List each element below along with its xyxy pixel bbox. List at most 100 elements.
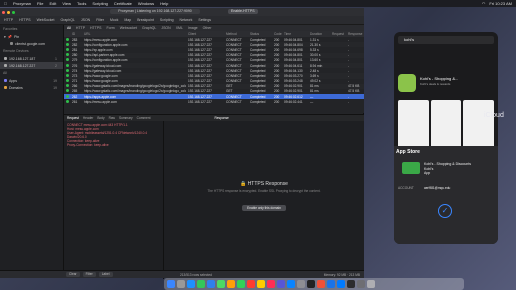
table-row[interactable]: 276 https://gateway.icloud.com 192.168.127… bbox=[64, 62, 364, 69]
enable-https-button[interactable]: Enable-HTTPS bbox=[228, 9, 258, 14]
tab-https[interactable]: HTTPS bbox=[90, 26, 101, 30]
minimize-button[interactable] bbox=[7, 10, 10, 14]
menu-view[interactable]: View bbox=[62, 1, 71, 6]
tab-other[interactable]: Other bbox=[203, 26, 212, 30]
settings-icon[interactable] bbox=[297, 280, 305, 288]
column-header[interactable]: ID bbox=[70, 32, 82, 36]
facetime-icon[interactable] bbox=[237, 280, 245, 288]
tab-image[interactable]: Image bbox=[188, 26, 198, 30]
tab-header[interactable]: Header bbox=[83, 116, 93, 120]
photos-icon[interactable] bbox=[227, 280, 235, 288]
wifi-icon[interactable]: ◠ bbox=[482, 1, 486, 6]
mail-icon[interactable] bbox=[207, 280, 215, 288]
toolbar-settings[interactable]: Settings bbox=[198, 18, 211, 22]
tab-summary[interactable]: Summary bbox=[119, 116, 133, 120]
messages-icon[interactable] bbox=[197, 280, 205, 288]
chrome-icon[interactable] bbox=[327, 280, 335, 288]
proxyman-icon[interactable] bbox=[317, 280, 325, 288]
sidebar-item-pinned-domain[interactable]: clientst.google.com bbox=[0, 40, 63, 47]
column-header[interactable]: URL bbox=[82, 32, 186, 36]
tab-request[interactable]: Request bbox=[67, 116, 79, 120]
zoom-button[interactable] bbox=[12, 10, 15, 14]
menu-help[interactable]: Help bbox=[160, 1, 168, 6]
enable-domain-button[interactable]: Enable only this domain bbox=[242, 205, 286, 211]
menu-certificate[interactable]: Certificate bbox=[114, 1, 132, 6]
toolbar-websocket[interactable]: WebSocket bbox=[37, 18, 55, 22]
sidebar-item-domains[interactable]: Domains 19 bbox=[0, 84, 63, 91]
safari-icon[interactable] bbox=[187, 280, 195, 288]
column-header[interactable]: Client bbox=[186, 32, 224, 36]
podcasts-icon[interactable] bbox=[277, 280, 285, 288]
calendar-icon[interactable] bbox=[247, 280, 255, 288]
column-header[interactable]: Time bbox=[282, 32, 308, 36]
table-row[interactable]: 266 https://www.gstatic.com/images/brandi… bbox=[64, 83, 364, 89]
trash-icon[interactable] bbox=[367, 280, 375, 288]
toolbar-map[interactable]: Map bbox=[124, 18, 131, 22]
tab-http[interactable]: HTTP bbox=[76, 26, 85, 30]
column-header[interactable]: Method bbox=[224, 32, 248, 36]
close-button[interactable] bbox=[2, 10, 5, 14]
tab-xml[interactable]: XML bbox=[176, 26, 183, 30]
tab-body[interactable]: Body bbox=[97, 116, 104, 120]
table-row[interactable]: 282 https://configuration.apple.com 192.16… bbox=[64, 42, 364, 48]
table-row[interactable]: 283 https://mesu.apple.com 192.168.127.227… bbox=[64, 37, 364, 42]
launchpad-icon[interactable] bbox=[177, 280, 185, 288]
tab-websocket[interactable]: Websocket bbox=[120, 26, 137, 30]
sidebar-item-pin[interactable]: ▾ 📌 Pin bbox=[0, 33, 63, 40]
tab-form[interactable]: Form bbox=[107, 26, 115, 30]
tab-json[interactable]: JSON bbox=[161, 26, 170, 30]
toolbar-scripting[interactable]: Scripting bbox=[160, 18, 174, 22]
table-row[interactable]: 273 https://www.google.com 192.168.127.227… bbox=[64, 73, 364, 79]
toolbar-filter[interactable]: Filter bbox=[96, 18, 104, 22]
table-row[interactable]: 261 https://mesu.apple.com 192.168.127.227… bbox=[64, 99, 364, 104]
toolbar-http[interactable]: HTTP bbox=[4, 18, 13, 22]
table-row[interactable]: 262 https://apps.apple.com 192.168.127.227… bbox=[64, 94, 364, 100]
simulator-icon[interactable] bbox=[347, 280, 355, 288]
clock[interactable]: Fri 10:23 AM bbox=[489, 1, 512, 6]
music-icon[interactable] bbox=[267, 280, 275, 288]
tab-all[interactable]: All bbox=[67, 26, 71, 30]
tab-graphql[interactable]: GraphQL bbox=[142, 26, 156, 30]
table-row[interactable]: 279 https://configuration.apple.com 192.16… bbox=[64, 58, 364, 63]
menu-windows[interactable]: Windows bbox=[138, 1, 154, 6]
tab-comment[interactable]: Comment bbox=[137, 116, 151, 120]
toolbar-graphql[interactable]: GraphQL bbox=[60, 18, 74, 22]
label-button[interactable]: Label bbox=[98, 272, 113, 277]
column-header[interactable]: Status bbox=[248, 32, 272, 36]
toolbar-network[interactable]: Network bbox=[180, 18, 193, 22]
search-input[interactable]: kohl's bbox=[398, 36, 494, 44]
tab-raw[interactable]: Raw bbox=[109, 116, 115, 120]
sidebar-item-device[interactable]: 192.168.127.187 1 bbox=[0, 55, 63, 62]
clear-button[interactable]: Clear bbox=[66, 272, 80, 277]
table-row[interactable]: 281 https://xp.apple.com 192.168.127.227 CO… bbox=[64, 47, 364, 52]
app-store-icon[interactable] bbox=[287, 280, 295, 288]
table-row[interactable]: 271 https://www.google.com 192.168.127.227… bbox=[64, 79, 364, 84]
maps-icon[interactable] bbox=[217, 280, 225, 288]
xcode-icon[interactable] bbox=[337, 280, 345, 288]
toolbar-https[interactable]: HTTPS bbox=[19, 18, 30, 22]
sidebar-item-apps[interactable]: Apps 19 bbox=[0, 77, 63, 84]
menu-scripting[interactable]: Scripting bbox=[92, 1, 108, 6]
column-header[interactable]: Code bbox=[272, 32, 282, 36]
finder-icon[interactable] bbox=[167, 280, 175, 288]
sidebar-item-device[interactable]: 192.168.127.227 2 bbox=[0, 62, 63, 69]
notes-icon[interactable] bbox=[257, 280, 265, 288]
column-header[interactable]: Response bbox=[346, 32, 364, 36]
terminal-icon[interactable] bbox=[307, 280, 315, 288]
toolbar-breakpoint[interactable]: Breakpoint bbox=[137, 18, 154, 22]
filter-button[interactable]: Filter bbox=[82, 272, 96, 277]
toolbar-mock[interactable]: Mock bbox=[110, 18, 118, 22]
apple-icon[interactable]:  bbox=[4, 1, 7, 6]
downloads-icon[interactable] bbox=[357, 280, 365, 288]
table-row[interactable]: 280 https://api-partner.apple.com 192.168.… bbox=[64, 52, 364, 58]
menu-file[interactable]: File bbox=[37, 1, 43, 6]
menu-edit[interactable]: Edit bbox=[49, 1, 56, 6]
table-row[interactable]: 265 https://www.gstatic.com/images/brandi… bbox=[64, 89, 364, 94]
table-row[interactable]: 274 https://gateway.icloud.com 192.168.127… bbox=[64, 68, 364, 73]
app-result-card[interactable]: Kohl's - Shopping &... Kohl's deals & re… bbox=[398, 74, 494, 94]
menu-proxyman[interactable]: Proxyman bbox=[13, 1, 31, 6]
column-header[interactable]: Request bbox=[330, 32, 346, 36]
column-header[interactable]: Duration bbox=[308, 32, 330, 36]
menu-tools[interactable]: Tools bbox=[77, 1, 86, 6]
toolbar-json[interactable]: JSON bbox=[81, 18, 90, 22]
